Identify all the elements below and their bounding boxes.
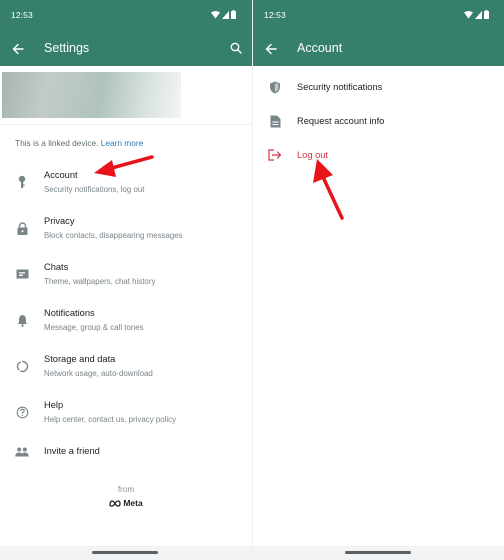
status-bar: 12:53 — [0, 0, 252, 32]
settings-item-subtitle: Help center, contact us, privacy policy — [44, 415, 177, 424]
account-item-request-info[interactable]: Request account info — [253, 104, 504, 138]
status-time: 12:53 — [264, 10, 286, 20]
search-button[interactable] — [227, 39, 245, 57]
page-title: Settings — [44, 41, 90, 55]
page-title: Account — [297, 41, 343, 55]
settings-item-title: Help — [44, 400, 64, 410]
linked-device-note: This is a linked device. Learn more — [15, 138, 143, 148]
account-item-label: Security notifications — [297, 82, 383, 92]
settings-item-subtitle: Message, group & call tones — [44, 323, 144, 332]
settings-item-title: Storage and data — [44, 354, 116, 364]
status-bar: 12:53 — [253, 0, 504, 32]
settings-item-help[interactable]: Help Help center, contact us, privacy po… — [0, 396, 252, 436]
wifi-icon — [211, 10, 220, 18]
settings-item-account[interactable]: Account Security notifications, log out — [0, 166, 252, 206]
key-icon — [14, 174, 30, 190]
bell-icon — [14, 312, 30, 328]
divider — [0, 124, 252, 125]
app-bar: Settings — [0, 32, 252, 66]
signal-icon — [222, 10, 229, 19]
chat-icon — [14, 266, 30, 282]
status-time: 12:53 — [11, 10, 33, 20]
linked-device-text: This is a linked device. — [15, 138, 99, 148]
help-icon — [14, 404, 30, 420]
navigation-bar — [0, 546, 252, 560]
learn-more-link[interactable]: Learn more — [101, 138, 143, 148]
settings-item-subtitle: Network usage, auto-download — [44, 369, 153, 378]
account-item-label: Request account info — [297, 116, 385, 126]
settings-item-title: Notifications — [44, 308, 95, 318]
status-icons — [211, 10, 236, 19]
shield-icon — [267, 79, 283, 95]
meta-brand: Meta — [0, 498, 252, 508]
profile-card-blurred[interactable] — [2, 72, 181, 118]
settings-item-invite[interactable]: Invite a friend — [0, 440, 252, 466]
settings-item-subtitle: Security notifications, log out — [44, 185, 145, 194]
battery-icon — [484, 10, 489, 19]
app-bar: Account — [253, 32, 504, 66]
settings-item-subtitle: Block contacts, disappearing messages — [44, 231, 183, 240]
account-item-label: Log out — [297, 150, 329, 160]
back-button[interactable] — [9, 40, 27, 58]
home-gesture-handle[interactable] — [92, 551, 158, 554]
storage-icon — [14, 358, 30, 374]
arrow-back-icon — [12, 43, 24, 55]
navigation-bar — [253, 546, 504, 560]
lock-icon — [14, 220, 30, 236]
status-icons — [464, 10, 489, 19]
settings-item-title: Invite a friend — [44, 446, 100, 456]
settings-screen: 12:53 Settings This is a linked device. … — [0, 0, 252, 560]
account-item-log-out[interactable]: Log out — [253, 138, 504, 172]
from-label: from — [117, 485, 135, 494]
settings-item-privacy[interactable]: Privacy Block contacts, disappearing mes… — [0, 212, 252, 252]
settings-item-storage[interactable]: Storage and data Network usage, auto-dow… — [0, 350, 252, 390]
home-gesture-handle[interactable] — [345, 551, 411, 554]
people-icon — [14, 444, 30, 460]
meta-brand-text: Meta — [123, 498, 143, 508]
signal-icon — [475, 10, 482, 19]
settings-item-chats[interactable]: Chats Theme, wallpapers, chat history — [0, 258, 252, 298]
settings-item-title: Privacy — [44, 216, 75, 226]
settings-item-notifications[interactable]: Notifications Message, group & call tone… — [0, 304, 252, 344]
logout-icon — [267, 147, 283, 163]
document-icon — [267, 113, 283, 129]
account-item-security-notifications[interactable]: Security notifications — [253, 70, 504, 104]
meta-logo-icon — [109, 499, 121, 507]
battery-icon — [231, 10, 236, 19]
settings-item-title: Chats — [44, 262, 69, 272]
account-screen: 12:53 Account Security notifications Req… — [252, 0, 504, 560]
search-icon — [230, 42, 242, 54]
settings-item-subtitle: Theme, wallpapers, chat history — [44, 277, 156, 286]
arrow-back-icon — [265, 43, 277, 55]
wifi-icon — [464, 10, 473, 18]
settings-item-title: Account — [44, 170, 78, 180]
back-button[interactable] — [262, 40, 280, 58]
